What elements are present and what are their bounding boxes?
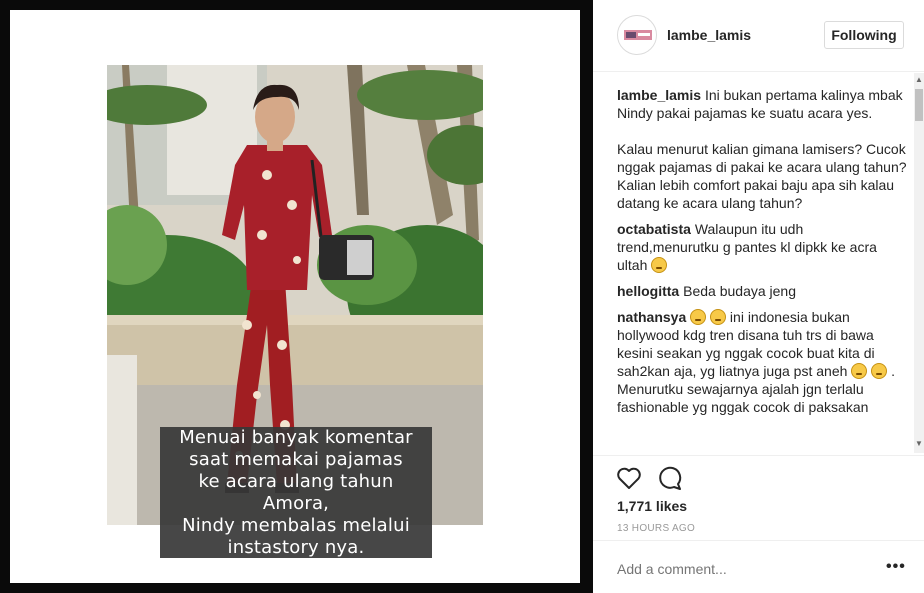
list-item: nathansya ini indonesia bukan hollywood … bbox=[617, 308, 909, 416]
comment-bubble-icon[interactable] bbox=[656, 464, 684, 492]
comments-list: lambe_lamis Ini bukan pertama kalinya mb… bbox=[617, 86, 909, 452]
following-button[interactable]: Following bbox=[824, 21, 904, 49]
scroll-thumb[interactable] bbox=[915, 89, 923, 121]
scroll-up-icon[interactable]: ▲ bbox=[914, 75, 924, 85]
header-username[interactable]: lambe_lamis bbox=[667, 27, 751, 43]
avatar[interactable] bbox=[617, 15, 657, 55]
heart-icon[interactable] bbox=[615, 464, 643, 492]
add-comment-bar: ••• bbox=[593, 540, 924, 593]
media-panel: Menuai banyak komentar saat memakai paja… bbox=[0, 0, 593, 593]
add-comment-input[interactable] bbox=[617, 561, 857, 577]
comment-username[interactable]: hellogitta bbox=[617, 283, 679, 299]
laughing-face-icon bbox=[690, 309, 707, 325]
comments-scrollbar[interactable]: ▲ ▼ bbox=[914, 73, 924, 453]
scroll-down-icon[interactable]: ▼ bbox=[914, 439, 924, 449]
caption: lambe_lamis Ini bukan pertama kalinya mb… bbox=[617, 86, 909, 212]
list-item: octabatista Walaupun itu udh trend,menur… bbox=[617, 220, 909, 274]
expressionless-face-icon bbox=[651, 257, 668, 273]
like-count[interactable]: 1,771 likes bbox=[617, 498, 687, 514]
comment-username[interactable]: lambe_lamis bbox=[617, 87, 701, 103]
comment-text: Beda budaya jeng bbox=[683, 283, 796, 299]
more-options-icon[interactable]: ••• bbox=[886, 559, 906, 575]
laughing-face-icon bbox=[851, 363, 868, 379]
laughing-face-icon bbox=[871, 363, 888, 379]
laughing-face-icon bbox=[710, 309, 727, 325]
caption-overlay: Menuai banyak komentar saat memakai paja… bbox=[160, 427, 432, 558]
comment-username[interactable]: nathansya bbox=[617, 309, 686, 325]
overlay-text: Menuai banyak komentar saat memakai paja… bbox=[179, 426, 413, 558]
comment-username[interactable]: octabatista bbox=[617, 221, 691, 237]
post-header: lambe_lamis Following bbox=[593, 0, 924, 72]
timestamp[interactable]: 13 HOURS AGO bbox=[617, 523, 695, 534]
post-actions: 1,771 likes 13 HOURS AGO bbox=[593, 455, 924, 540]
caption-text: Ini bukan pertama kalinya mbak Nindy pak… bbox=[617, 87, 907, 211]
list-item: hellogitta Beda budaya jeng bbox=[617, 282, 909, 300]
post-side-panel: lambe_lamis Following lambe_lamis Ini bu… bbox=[593, 0, 924, 593]
